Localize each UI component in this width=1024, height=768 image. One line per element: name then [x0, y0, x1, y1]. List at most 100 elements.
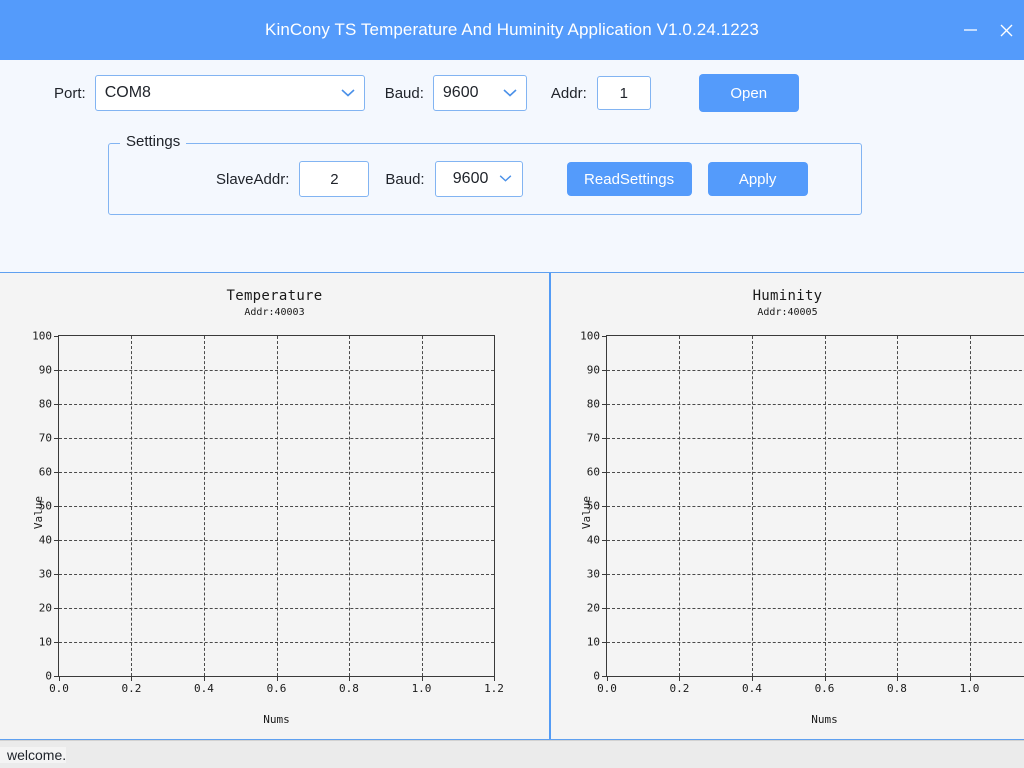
y-tick-mark	[602, 370, 607, 371]
open-button[interactable]: Open	[698, 74, 799, 112]
x-tick-mark	[59, 676, 60, 681]
addr-label: Addr:	[550, 84, 587, 102]
settings-row: SlaveAddr: 2 Baud: 9600 ReadSettings App…	[109, 144, 861, 214]
baud-label: Baud:	[384, 84, 424, 102]
baud-value: 9600	[442, 84, 479, 101]
y-tick-label: 20	[38, 601, 52, 615]
x-tick-label: 0.4	[194, 682, 214, 695]
connection-row: Port: COM8 Baud: 9600 Addr: 1 Open	[0, 74, 1024, 112]
slaveaddr-input[interactable]: 2	[299, 161, 370, 197]
temperature-chart-panel: Temperature Addr:40003 0 10 20 30 40 50 60 70 80…	[0, 273, 551, 739]
y-tick-mark	[54, 608, 59, 609]
y-tick-mark	[602, 540, 607, 541]
slaveaddr-value: 2	[330, 170, 339, 188]
x-tick-mark	[203, 676, 205, 681]
settings-baud-select[interactable]: 9600	[434, 161, 523, 197]
y-tick-label: 90	[586, 363, 600, 377]
y-tick-label: 70	[38, 431, 52, 445]
gridline-horizontal	[607, 472, 1024, 473]
x-tick-label: 0.6	[814, 682, 835, 695]
settings-baud-label: Baud:	[385, 170, 425, 188]
huminity-chart-title: Huminity	[752, 288, 823, 304]
y-tick-label: 30	[38, 567, 52, 581]
huminity-chart-subtitle: Addr:40005	[757, 307, 818, 318]
addr-value: 1	[619, 84, 628, 102]
port-value: COM8	[104, 84, 151, 101]
y-tick-label: 60	[586, 465, 600, 479]
toolbar: Port: COM8 Baud: 9600 Addr: 1 Open Setti…	[0, 60, 1024, 328]
y-tick-mark	[54, 506, 59, 507]
y-tick-mark	[54, 404, 59, 405]
x-tick-mark	[276, 676, 278, 681]
gridline-vertical	[348, 336, 350, 676]
y-tick-mark	[602, 404, 607, 405]
x-tick-label: 0.2	[669, 682, 690, 695]
apply-button[interactable]: Apply	[707, 162, 808, 196]
gridline-horizontal	[607, 642, 1024, 643]
x-tick-mark	[494, 676, 495, 681]
huminity-plot[interactable]: 0 10 20 30 40 50 60 70 80 90 100 0.0 0.2 0.4 0.6 0.8 1.0…	[580, 330, 1024, 695]
y-tick-label: 100	[32, 329, 52, 343]
x-tick-mark	[607, 676, 608, 681]
gridline-horizontal	[607, 370, 1024, 371]
temperature-plot[interactable]: 0 10 20 30 40 50 60 70 80 90 100 0.0 0.2 0.4 0.6 0.8 1.0…	[32, 330, 504, 696]
x-tick-label: 0.0	[597, 682, 617, 695]
y-tick-label: 10	[586, 635, 600, 649]
gridline-vertical	[969, 336, 971, 676]
slaveaddr-label: SlaveAddr:	[216, 170, 290, 188]
y-tick-mark	[602, 472, 607, 473]
huminity-x-axis-label: Nums	[811, 713, 838, 726]
settings-group: Settings SlaveAddr: 2 Baud: 9600 ReadSet…	[108, 133, 862, 215]
y-tick-label: 30	[586, 567, 600, 581]
gridline-vertical	[203, 336, 205, 676]
huminity-y-axis-label: Value	[580, 495, 594, 530]
charts-area: Temperature Addr:40003 0 10 20 30 40 50 60 70 80…	[0, 273, 1024, 740]
application-window: KinCony TS Temperature And Huminity Appl…	[0, 0, 1024, 768]
x-tick-label: 0.6	[266, 682, 287, 695]
temperature-chart-subtitle: Addr:40003	[244, 307, 305, 318]
x-tick-mark	[421, 676, 423, 681]
gridline-horizontal	[607, 404, 1024, 405]
x-tick-mark	[679, 676, 681, 681]
status-message: welcome.	[0, 746, 67, 763]
gridline-vertical	[896, 336, 898, 676]
y-tick-label: 90	[38, 363, 52, 377]
x-tick-mark	[131, 676, 133, 681]
gridline-vertical	[751, 336, 753, 676]
plot-area: 0 10 20 30 40 50 60 70 80 90 100 0.0 0.2 0.4 0.6 0.8 1.0…	[580, 330, 1024, 695]
y-tick-mark	[602, 574, 607, 575]
port-label: Port:	[54, 84, 86, 102]
x-tick-label: 0.8	[339, 682, 359, 695]
y-tick-label: 70	[586, 431, 600, 445]
addr-input[interactable]: 1	[596, 76, 651, 110]
x-tick-mark	[896, 676, 898, 681]
x-tick-mark	[824, 676, 826, 681]
y-tick-mark	[54, 574, 59, 575]
window-title: KinCony TS Temperature And Huminity Appl…	[265, 20, 759, 39]
y-tick-label: 60	[38, 465, 52, 479]
x-tick-label: 0.8	[887, 682, 907, 695]
y-tick-label: 40	[38, 533, 52, 547]
port-select[interactable]: COM8	[94, 75, 365, 111]
minimize-icon[interactable]	[952, 10, 988, 50]
gridline-vertical	[131, 336, 133, 676]
y-tick-label: 80	[38, 397, 52, 411]
close-icon[interactable]	[988, 10, 1024, 50]
x-tick-label: 0.0	[49, 682, 69, 695]
x-tick-label: 1.2	[484, 682, 504, 695]
y-tick-label: 40	[586, 533, 600, 547]
status-bar: welcome.	[0, 740, 1024, 768]
chevron-down-icon	[341, 89, 355, 98]
gridline-horizontal	[607, 540, 1024, 541]
y-tick-label: 100	[580, 329, 600, 343]
baud-select[interactable]: 9600	[432, 75, 527, 111]
title-bar: KinCony TS Temperature And Huminity Appl…	[0, 0, 1024, 60]
huminity-chart-panel: Huminity Addr:40005 0 10 20 30 40 50 60 70 80 90 1…	[551, 273, 1024, 739]
gridline-vertical	[824, 336, 826, 676]
gridline-vertical	[679, 336, 681, 676]
y-tick-mark	[54, 370, 59, 371]
gridline-vertical	[276, 336, 278, 676]
y-tick-mark	[602, 438, 607, 439]
x-tick-mark	[348, 676, 350, 681]
read-settings-button[interactable]: ReadSettings	[566, 162, 692, 196]
